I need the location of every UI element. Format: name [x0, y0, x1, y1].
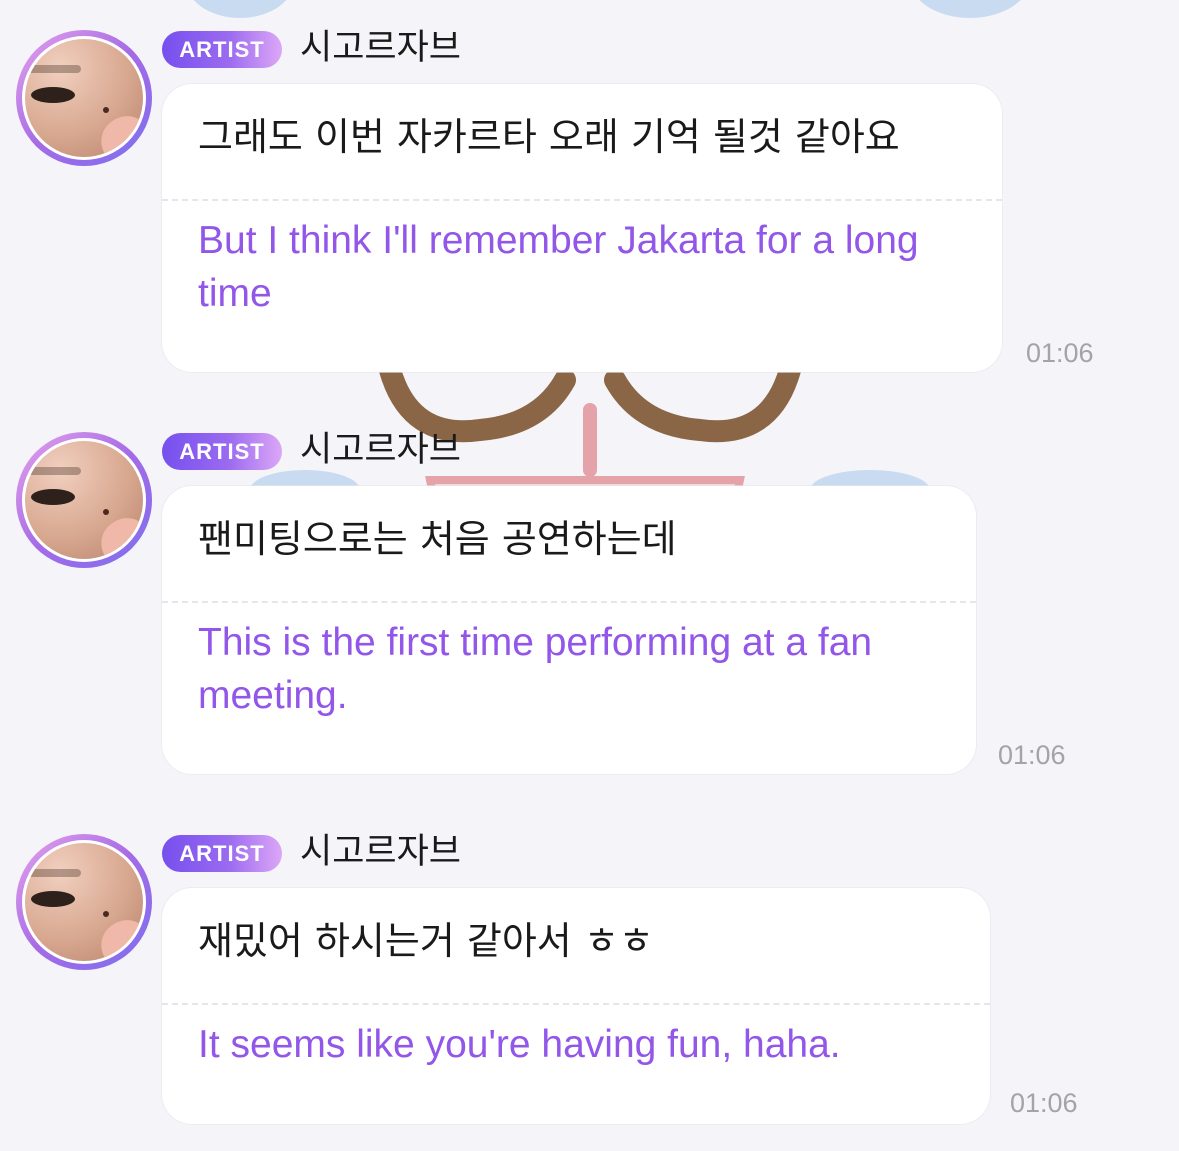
artist-badge: ARTIST	[162, 433, 282, 470]
avatar[interactable]	[16, 834, 152, 970]
artist-badge: ARTIST	[162, 835, 282, 872]
avatar[interactable]	[16, 432, 152, 568]
original-text: 재밌어 하시는거 같아서 ㅎㅎ	[198, 919, 654, 963]
message-bubble[interactable]: 팬미팅으로는 처음 공연하는데 This is the first time p…	[162, 486, 976, 774]
sender-name[interactable]: 시고르자브	[300, 430, 461, 470]
avatar[interactable]	[16, 30, 152, 166]
artist-profile-photo	[25, 441, 143, 559]
sender-name[interactable]: 시고르자브	[300, 28, 461, 68]
message-bubble[interactable]: 그래도 이번 자카르타 오래 기억 될것 같아요 But I think I'l…	[162, 84, 1002, 372]
translation-divider	[162, 1003, 990, 1005]
avatar-frame	[22, 36, 146, 160]
timestamp: 01:06	[998, 740, 1066, 770]
timestamp: 01:06	[1026, 338, 1094, 368]
translation-divider	[162, 601, 976, 603]
avatar-frame	[22, 438, 146, 562]
sender-name[interactable]: 시고르자브	[300, 832, 461, 872]
avatar-frame	[22, 840, 146, 964]
artist-profile-photo	[25, 843, 143, 961]
background-blob	[185, 0, 295, 18]
translation-divider	[162, 199, 1002, 201]
original-text: 그래도 이번 자카르타 오래 기억 될것 같아요	[198, 115, 900, 159]
background-blob	[910, 0, 1030, 18]
artist-profile-photo	[25, 39, 143, 157]
artist-badge: ARTIST	[162, 31, 282, 68]
translation-text: This is the first time performing at a f…	[198, 621, 873, 717]
message-bubble[interactable]: 재밌어 하시는거 같아서 ㅎㅎ It seems like you're hav…	[162, 888, 990, 1124]
timestamp: 01:06	[1010, 1088, 1078, 1118]
original-text: 팬미팅으로는 처음 공연하는데	[198, 517, 677, 561]
translation-text: It seems like you're having fun, haha.	[198, 1023, 841, 1066]
translation-text: But I think I'll remember Jakarta for a …	[198, 219, 919, 315]
